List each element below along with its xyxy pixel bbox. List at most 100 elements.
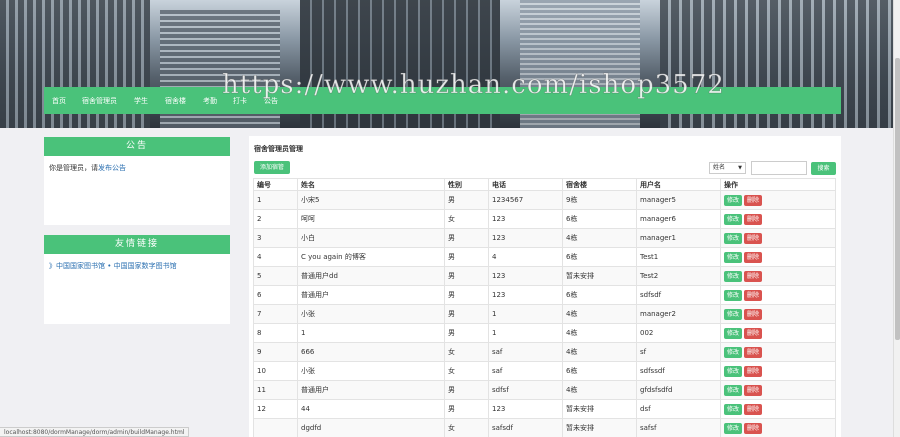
cell-name: C you again 的博客 [297, 247, 445, 267]
edit-button[interactable]: 修改 [724, 346, 743, 358]
cell-sex: 男 [444, 323, 489, 343]
delete-button[interactable]: 删除 [744, 289, 763, 301]
cell-phone: 1 [488, 323, 563, 343]
delete-button[interactable]: 删除 [744, 194, 763, 206]
cell-building: 4栋 [562, 342, 637, 362]
edit-button[interactable]: 修改 [724, 194, 743, 206]
cell-id: 7 [253, 304, 298, 324]
cell-name: 普通用户dd [297, 266, 445, 286]
nav-buildings[interactable]: 宿舍楼 [165, 96, 186, 106]
cell-name: 小张 [297, 361, 445, 381]
cell-phone: saf [488, 342, 563, 362]
edit-button[interactable]: 修改 [724, 289, 743, 301]
table-row: 11 普通用户男 sdfsf 4栋 gfdsfsdfd 修改 删除 [253, 380, 836, 400]
delete-button[interactable]: 删除 [744, 213, 763, 225]
edit-button[interactable]: 修改 [724, 232, 743, 244]
cell-building: 4栋 [562, 323, 637, 343]
cell-name: 小张 [297, 304, 445, 324]
search-input[interactable] [751, 161, 807, 175]
notice-panel: 公告 你是管理员，请发布公告 [44, 137, 230, 225]
notice-text: 你是管理员，请 [49, 164, 98, 172]
cell-id: 9 [253, 342, 298, 362]
cell-id: 6 [253, 285, 298, 305]
nav-home[interactable]: 首页 [52, 96, 66, 106]
cell-username: manager6 [636, 209, 721, 229]
cell-username: manager1 [636, 228, 721, 248]
add-manager-button[interactable]: 添加宿管 [254, 161, 290, 174]
column-header: 性别 [444, 178, 489, 191]
nav-dorm-managers[interactable]: 宿舍管理员 [82, 96, 117, 106]
cell-sex: 男 [444, 285, 489, 305]
delete-button[interactable]: 删除 [744, 270, 763, 282]
friend-links[interactable]: 》中国国家图书馆 • 中国国家数字图书馆 [49, 262, 177, 270]
cell-building: 6栋 [562, 247, 637, 267]
column-header: 电话 [488, 178, 563, 191]
table-row: 12 44 男 123 暂未安排 dsf 修改 删除 [253, 399, 836, 419]
cell-name: 呵呵 [297, 209, 445, 229]
page-scrollbar[interactable] [893, 0, 900, 437]
delete-button[interactable]: 删除 [744, 232, 763, 244]
edit-button[interactable]: 修改 [724, 403, 743, 415]
cell-actions: 修改 删除 [720, 418, 836, 437]
browser-status-bar: localhost:8080/dormManage/dorm/admin/bui… [0, 427, 190, 437]
edit-button[interactable]: 修改 [724, 270, 743, 282]
cell-building: 暂未安排 [562, 266, 637, 286]
cell-username: 002 [636, 323, 721, 343]
delete-button[interactable]: 删除 [744, 422, 763, 434]
table-row: 8 1 男 1 4栋 002 修改 删除 [253, 323, 836, 343]
cell-username: Test1 [636, 247, 721, 267]
cell-actions: 修改 删除 [720, 361, 836, 381]
cell-building: 暂未安排 [562, 399, 637, 419]
edit-button[interactable]: 修改 [724, 384, 743, 396]
search-field-select[interactable]: 姓名 ▼ [709, 162, 746, 174]
cell-id: 4 [253, 247, 298, 267]
cell-sex: 男 [444, 399, 489, 419]
delete-button[interactable]: 删除 [744, 346, 763, 358]
links-panel-title: 友情链接 [44, 235, 230, 254]
delete-button[interactable]: 删除 [744, 251, 763, 263]
cell-sex: 女 [444, 361, 489, 381]
cell-sex: 男 [444, 304, 489, 324]
delete-button[interactable]: 删除 [744, 403, 763, 415]
cell-username: sdfssdf [636, 361, 721, 381]
cell-building: 6栋 [562, 361, 637, 381]
cell-phone: 1 [488, 304, 563, 324]
nav-attendance[interactable]: 考勤 [203, 96, 217, 106]
edit-button[interactable]: 修改 [724, 327, 743, 339]
watermark-text: https://www.huzhan.com/ishop3572 [222, 70, 725, 101]
cell-building: 4栋 [562, 304, 637, 324]
delete-button[interactable]: 删除 [744, 308, 763, 320]
cell-sex: 男 [444, 190, 489, 210]
nav-students[interactable]: 学生 [134, 96, 148, 106]
cell-building: 4栋 [562, 380, 637, 400]
edit-button[interactable]: 修改 [724, 365, 743, 377]
publish-notice-link[interactable]: 发布公告 [98, 164, 126, 172]
managers-table: 编号 姓名 性别 电话 宿舍楼 用户名 操作 1 小宋5 男 1234567 9栋 man… [253, 178, 836, 437]
table-row: 7 小张男 1 4栋 manager2 修改 删除 [253, 304, 836, 324]
cell-actions: 修改 删除 [720, 323, 836, 343]
cell-actions: 修改 删除 [720, 285, 836, 305]
cell-phone: 123 [488, 399, 563, 419]
cell-id [253, 418, 298, 437]
cell-building: 6栋 [562, 209, 637, 229]
cell-id: 1 [253, 190, 298, 210]
cell-actions: 修改 删除 [720, 190, 836, 210]
table-row: dgdfd 女 safsdf 暂未安排 safsf 修改 删除 [253, 418, 836, 437]
cell-sex: 女 [444, 342, 489, 362]
edit-button[interactable]: 修改 [724, 308, 743, 320]
cell-name: 44 [297, 399, 445, 419]
edit-button[interactable]: 修改 [724, 213, 743, 225]
search-select-value: 姓名 [713, 164, 726, 171]
column-header: 编号 [253, 178, 298, 191]
delete-button[interactable]: 删除 [744, 384, 763, 396]
edit-button[interactable]: 修改 [724, 422, 743, 434]
cell-phone: safsdf [488, 418, 563, 437]
cell-name: 小白 [297, 228, 445, 248]
delete-button[interactable]: 删除 [744, 327, 763, 339]
cell-sex: 男 [444, 266, 489, 286]
delete-button[interactable]: 删除 [744, 365, 763, 377]
search-button[interactable]: 搜索 [811, 162, 836, 175]
scrollbar-thumb[interactable] [895, 58, 900, 340]
cell-sex: 女 [444, 209, 489, 229]
edit-button[interactable]: 修改 [724, 251, 743, 263]
